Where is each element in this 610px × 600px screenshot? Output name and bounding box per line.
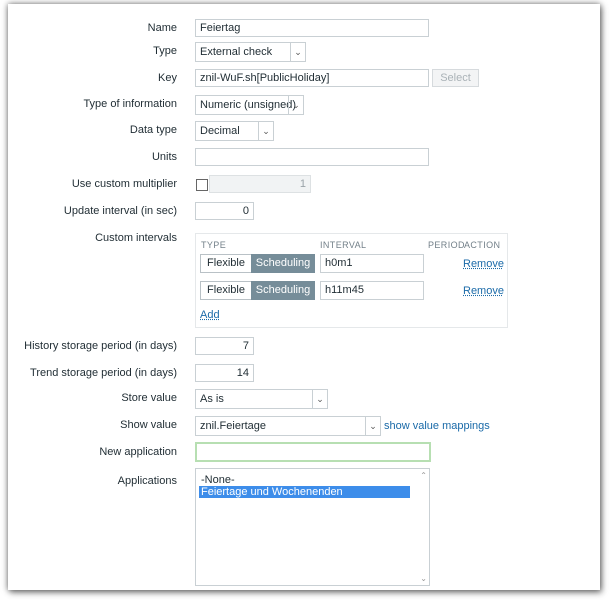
- chevron-down-icon: ⌄: [258, 122, 273, 140]
- interval-input[interactable]: h0m1: [320, 254, 424, 273]
- data-type-select[interactable]: Decimal ⌄: [195, 121, 274, 141]
- history-input[interactable]: 7: [195, 337, 254, 355]
- chevron-down-icon: ⌄: [288, 96, 303, 114]
- scheduling-button[interactable]: Scheduling: [251, 254, 315, 273]
- name-label: Name: [147, 22, 177, 34]
- type-of-information-row: Type of information Numeric (unsigned) ⌄: [8, 95, 600, 115]
- units-input[interactable]: [195, 148, 429, 166]
- custom-intervals-table: TYPE INTERVAL PERIOD ACTION Flexible Sch…: [195, 233, 508, 328]
- custom-multiplier-row: Use custom multiplier 1: [8, 175, 600, 195]
- key-label: Key: [158, 72, 177, 84]
- col-action-header: ACTION: [464, 240, 501, 250]
- type-row: Type External check ⌄: [8, 42, 600, 62]
- flexible-button[interactable]: Flexible: [200, 281, 252, 300]
- data-type-row: Data type Decimal ⌄: [8, 121, 600, 141]
- trend-label: Trend storage period (in days): [30, 367, 177, 379]
- show-value-label: Show value: [120, 419, 177, 431]
- custom-intervals-label: Custom intervals: [95, 232, 177, 244]
- type-of-information-value: Numeric (unsigned): [200, 99, 296, 111]
- new-application-label: New application: [99, 446, 177, 458]
- col-period-header: PERIOD: [428, 240, 465, 250]
- select-button[interactable]: Select: [432, 69, 479, 87]
- type-select[interactable]: External check ⌄: [195, 42, 306, 62]
- remove-link[interactable]: Remove: [463, 285, 504, 297]
- key-row: Key znil-WuF.sh[PublicHoliday] Select: [8, 69, 600, 89]
- units-label: Units: [151, 151, 177, 163]
- name-input[interactable]: Feiertag: [195, 19, 429, 37]
- chevron-down-icon: ⌄: [290, 43, 305, 61]
- add-interval-link[interactable]: Add: [200, 309, 220, 321]
- applications-label: Applications: [117, 475, 177, 487]
- store-value-select[interactable]: As is ⌄: [195, 389, 328, 409]
- chevron-down-icon: ⌄: [312, 390, 327, 408]
- application-option[interactable]: -None-: [199, 474, 237, 486]
- key-input[interactable]: znil-WuF.sh[PublicHoliday]: [195, 69, 429, 87]
- col-type-header: TYPE: [201, 240, 227, 250]
- custom-multiplier-label: Use custom multiplier: [71, 178, 177, 190]
- trend-input[interactable]: 14: [195, 364, 254, 382]
- data-type-value: Decimal: [200, 125, 240, 137]
- application-option-selected[interactable]: Feiertage und Wochenenden: [199, 486, 410, 498]
- scroll-down-icon[interactable]: ⌄: [420, 574, 427, 583]
- scroll-up-icon[interactable]: ⌃: [420, 471, 427, 480]
- data-type-label: Data type: [129, 124, 177, 136]
- store-value-value: As is: [200, 393, 224, 405]
- show-value-select[interactable]: znil.Feiertage ⌄: [195, 416, 381, 436]
- name-row: Name Feiertag: [8, 19, 600, 39]
- remove-link[interactable]: Remove: [463, 258, 504, 270]
- type-select-value: External check: [200, 46, 273, 58]
- custom-multiplier-checkbox[interactable]: [196, 179, 208, 191]
- flexible-button[interactable]: Flexible: [200, 254, 252, 273]
- custom-multiplier-input[interactable]: 1: [209, 175, 311, 193]
- scheduling-button[interactable]: Scheduling: [251, 281, 315, 300]
- history-label: History storage period (in days): [24, 340, 177, 352]
- update-interval-input[interactable]: 0: [195, 202, 254, 220]
- applications-listbox[interactable]: -None- Feiertage und Wochenenden ⌃ ⌄: [195, 468, 430, 586]
- type-label: Type: [153, 45, 177, 57]
- type-of-information-select[interactable]: Numeric (unsigned) ⌄: [195, 95, 304, 115]
- store-value-label: Store value: [121, 392, 177, 404]
- form-container: Name Feiertag Type External check ⌄ Key …: [8, 4, 600, 590]
- new-application-row: New application: [8, 442, 600, 463]
- trend-row: Trend storage period (in days) 14: [8, 364, 600, 384]
- col-interval-header: INTERVAL: [320, 240, 367, 250]
- units-row: Units: [8, 148, 600, 168]
- history-row: History storage period (in days) 7: [8, 337, 600, 357]
- type-of-information-label: Type of information: [83, 98, 177, 110]
- interval-input[interactable]: h11m45: [320, 281, 424, 300]
- store-value-row: Store value As is ⌄: [8, 389, 600, 409]
- new-application-input[interactable]: [195, 442, 431, 462]
- show-value-row: Show value znil.Feiertage ⌄ show value m…: [8, 416, 600, 436]
- chevron-down-icon: ⌄: [365, 417, 380, 435]
- show-value-value: znil.Feiertage: [200, 420, 267, 432]
- update-interval-row: Update interval (in sec) 0: [8, 202, 600, 222]
- update-interval-label: Update interval (in sec): [63, 205, 177, 217]
- show-value-mappings-link[interactable]: show value mappings: [384, 420, 490, 432]
